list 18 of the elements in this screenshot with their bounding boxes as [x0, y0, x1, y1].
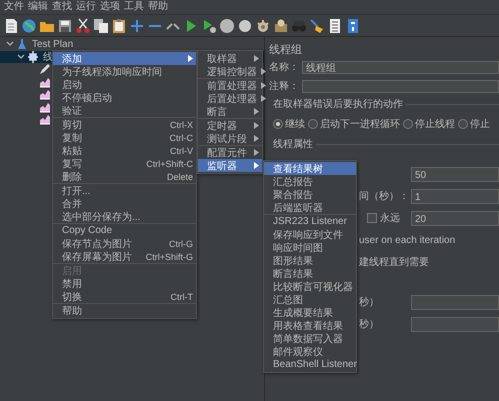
shortcut-label: Ctrl+Shift-G	[146, 252, 193, 262]
field-label: 秒）	[359, 318, 379, 331]
field-label: 注释：	[269, 80, 299, 93]
option-label: 建线程直到需要	[359, 256, 429, 269]
panel-title: 线程组	[269, 43, 303, 55]
option-label: user on each iteration	[359, 234, 456, 246]
shortcut-label: Delete	[166, 172, 193, 182]
shortcut-label: Ctrl-G	[169, 238, 193, 248]
shortcut-label: Ctrl-T	[170, 292, 193, 302]
group-label: 线程属性	[273, 138, 313, 151]
shortcut-label: Ctrl-V	[170, 146, 193, 156]
field-label: 秒）	[359, 296, 379, 309]
group-label: 在取样器错误后要执行的动作	[273, 98, 403, 111]
shortcut-label: Ctrl-C	[170, 132, 193, 142]
shortcut-label: Ctrl-X	[170, 120, 193, 130]
field-label: 间（秒）：	[359, 190, 409, 203]
field-label: 名称：	[269, 61, 299, 74]
shortcut-label: Ctrl+Shift-C	[146, 158, 193, 168]
